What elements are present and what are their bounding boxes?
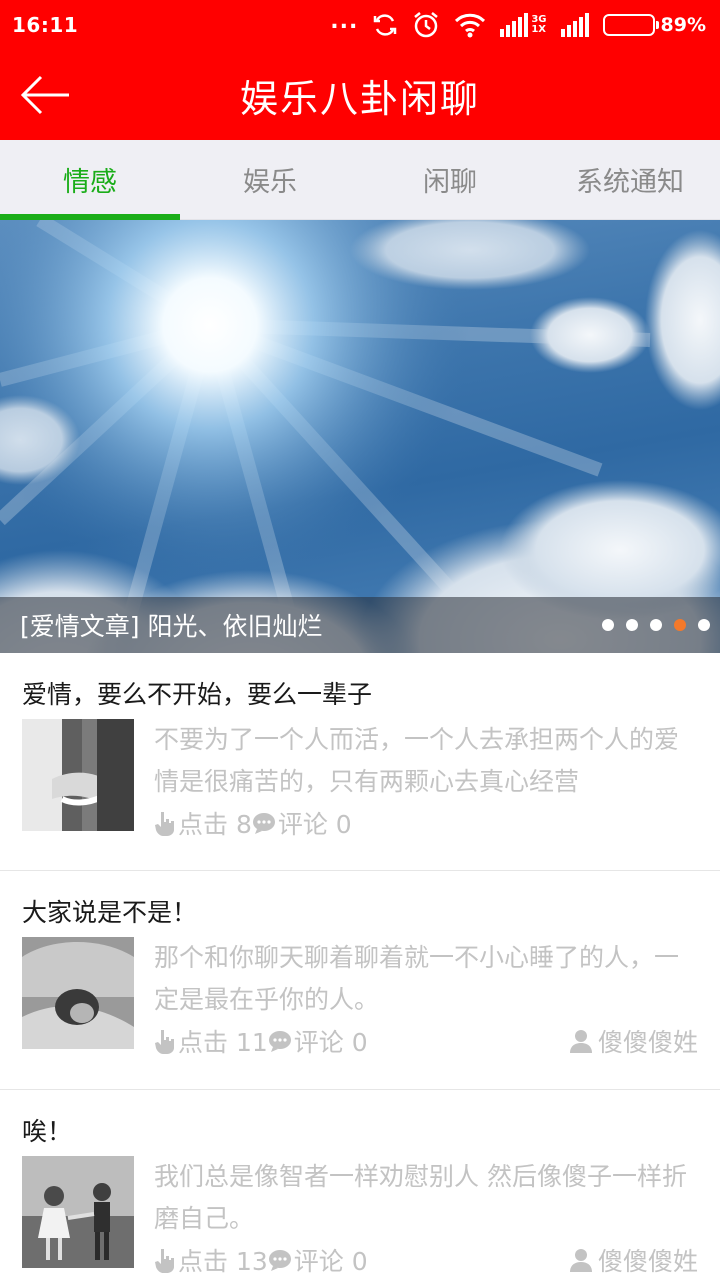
article-author[interactable]: 傻傻傻姓 [569,1242,698,1278]
user-icon [569,1248,592,1272]
article-meta: 点击 13 评论 0 傻傻傻姓 [154,1240,698,1280]
comment-bubble-icon [268,1249,292,1271]
author-name: 傻傻傻姓 [597,1028,698,1057]
status-icons: ... 3G 1X 89% [330,8,706,39]
click-count: 点击 13 [178,1247,268,1276]
article-title: 爱情，要么不开始，要么一辈子 [22,680,373,709]
battery-percent: 89% [660,14,706,36]
banner-pager [602,619,710,631]
signal-3g-icon: 3G 1X [500,13,547,37]
page-title: 娱乐八卦闲聊 [239,76,480,121]
status-bar: 16:11 ... 3G 1X 89% [0,0,720,50]
hand-pointer-icon [154,810,176,836]
tab-bar: 情感 娱乐 闲聊 系统通知 [0,140,720,220]
back-button[interactable] [14,65,76,125]
comment-count: 评论 0 [293,1247,368,1276]
pager-dot[interactable] [602,619,614,631]
comment-count: 评论 0 [293,1028,368,1057]
tab-chat[interactable]: 闲聊 [360,140,540,219]
battery-indicator: 89% [602,14,706,36]
article-item[interactable]: 爱情，要么不开始，要么一辈子 不要为了一个人而活，一个人去承担两个人的爱情是很痛… [0,653,720,871]
article-list: 爱情，要么不开始，要么一辈子 不要为了一个人而活，一个人去承担两个人的爱情是很痛… [0,653,720,1280]
sync-icon [372,12,398,38]
pager-dot[interactable] [626,619,638,631]
article-item[interactable]: 大家说是不是！ 那个和你聊天聊着聊着就一不小心睡了的人，一定是最在乎你的人。 点… [0,871,720,1090]
tab-system-notice[interactable]: 系统通知 [540,140,720,219]
article-title: 大家说是不是！ [22,898,198,927]
article-summary: 不要为了一个人而活，一个人去承担两个人的爱情是很痛苦的，只有两颗心去真心经营 [154,725,680,796]
article-summary: 那个和你聊天聊着聊着就一不小心睡了的人，一定是最在乎你的人。 [154,943,680,1014]
signal-icon [560,13,589,37]
battery-icon [602,14,659,36]
user-icon [569,1029,592,1053]
click-count: 点击 8 [178,810,252,839]
author-name: 傻傻傻姓 [597,1247,698,1276]
article-meta: 点击 8 评论 0 [154,803,698,843]
click-count: 点击 11 [178,1028,268,1057]
banner-carousel[interactable]: [爱情文章] 阳光、依旧灿烂 [0,220,720,653]
banner-image [0,220,720,653]
app-bar: 娱乐八卦闲聊 [0,50,720,140]
article-summary: 我们总是像智者一样劝慰别人 然后像傻子一样折磨自己。 [154,1162,687,1233]
tab-entertainment[interactable]: 娱乐 [180,140,360,219]
article-item[interactable]: 唉！ 我们总是像智者一样劝慰别人 然后像傻子一样折磨自己。 点击 13 评论 0… [0,1090,720,1280]
status-time: 16:11 [12,13,79,37]
tab-emotion[interactable]: 情感 [0,140,180,220]
comment-bubble-icon [252,812,276,834]
comment-count: 评论 0 [277,810,352,839]
pager-dot[interactable] [674,619,686,631]
back-arrow-icon [20,75,69,115]
network-bottom-label: 1X [531,24,547,35]
article-title: 唉！ [22,1117,73,1146]
network-type: 3G 1X [531,15,546,35]
banner-caption: [爱情文章] 阳光、依旧灿烂 [20,612,323,641]
pager-dot[interactable] [650,619,662,631]
comment-bubble-icon [268,1030,292,1052]
banner-caption-bar: [爱情文章] 阳光、依旧灿烂 [0,597,720,653]
sleeping-girl-photo [22,937,134,1049]
alarm-icon [412,11,440,39]
wifi-icon [454,12,486,38]
holding-hands-photo [22,719,134,831]
more-notifications-icon: ... [330,8,359,34]
article-author[interactable]: 傻傻傻姓 [569,1023,698,1059]
hand-pointer-icon [154,1028,176,1054]
two-children-photo [22,1156,134,1268]
article-meta: 点击 11 评论 0 傻傻傻姓 [154,1021,698,1061]
hand-pointer-icon [154,1247,176,1273]
pager-dot[interactable] [698,619,710,631]
